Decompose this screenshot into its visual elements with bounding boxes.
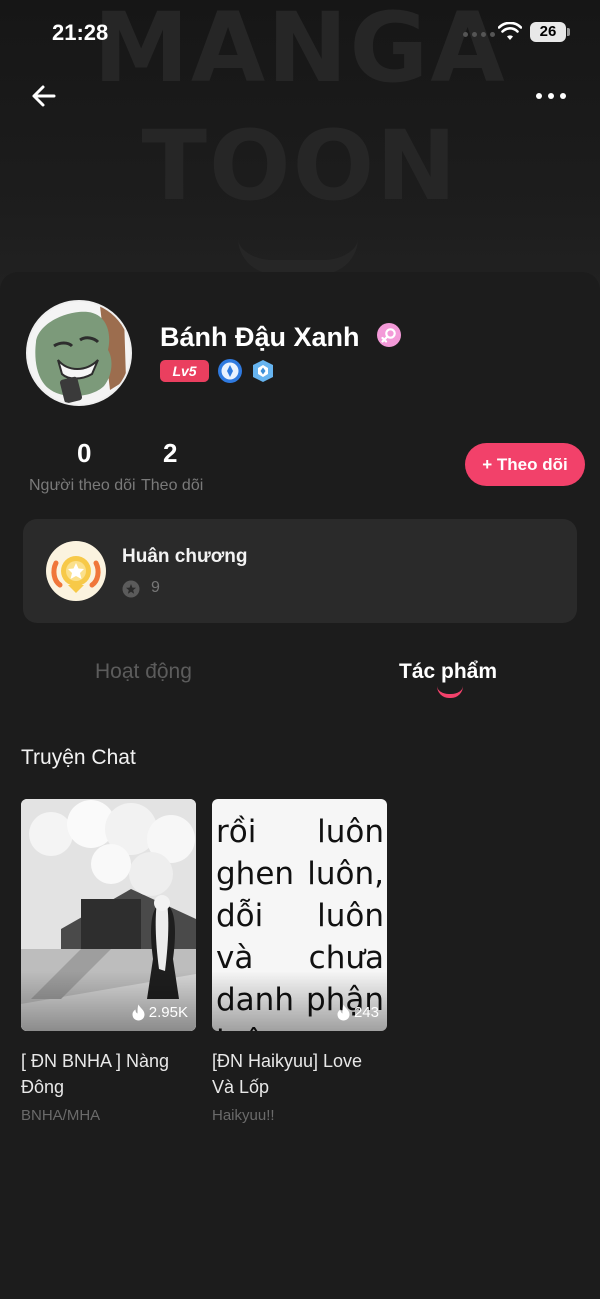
avatar[interactable] <box>26 300 132 406</box>
status-bar: 21:28 26 <box>0 0 600 64</box>
wifi-icon <box>498 22 522 40</box>
back-arrow-icon[interactable] <box>26 78 62 114</box>
banner-logo-smile <box>238 238 358 274</box>
cover-shade <box>212 971 387 1031</box>
section-title: Truyện Chat <box>21 746 136 769</box>
status-time: 21:28 <box>52 20 109 45</box>
followers-count[interactable]: 0 <box>77 438 91 469</box>
medal-title: Huân chương <box>122 546 248 567</box>
medal-icon <box>46 541 106 601</box>
story-genre[interactable]: BNHA/MHA <box>21 1107 196 1124</box>
story-title[interactable]: [ ĐN BNHA ] Nàng Đông <box>21 1048 196 1100</box>
story-cover[interactable]: rồi luôn ghen luôn, dỗi luôn và chưa dan… <box>212 799 387 1031</box>
tab-works[interactable]: Tác phẩm <box>399 660 497 684</box>
display-name: Bánh Đậu Xanh <box>160 322 360 352</box>
story-genre[interactable]: Haikyuu!! <box>212 1107 387 1124</box>
profile-card <box>0 272 600 1299</box>
following-label[interactable]: Theo dõi <box>141 477 203 495</box>
verified-badge-icon[interactable] <box>217 358 243 384</box>
story-title[interactable]: [ĐN Haikyuu] Love Và Lốp <box>212 1048 387 1100</box>
followers-label[interactable]: Người theo dõi <box>29 477 136 495</box>
avatar-illustration-icon <box>28 302 130 404</box>
signal-icon <box>463 32 495 37</box>
flame-icon <box>132 1004 145 1021</box>
medal-card[interactable]: Huân chương 9 <box>23 519 577 623</box>
story-card[interactable]: 2.95K [ ĐN BNHA ] Nàng Đông BNHA/MHA <box>21 799 196 1124</box>
follow-button[interactable]: + Theo dõi <box>465 443 585 486</box>
medal-count: 9 <box>151 579 160 596</box>
story-views-count: 243 <box>353 1004 379 1021</box>
tab-activity[interactable]: Hoạt động <box>95 660 192 684</box>
cover-shade <box>21 971 196 1031</box>
banner-logo-line-2: TOON <box>141 110 459 222</box>
story-cover[interactable]: 2.95K <box>21 799 196 1031</box>
gender-female-icon <box>377 323 401 347</box>
story-views: 243 <box>336 1004 379 1021</box>
shield-badge-icon[interactable] <box>250 358 276 384</box>
battery-icon: 26 <box>530 22 570 42</box>
story-views-count: 2.95K <box>148 1004 188 1021</box>
more-icon[interactable] <box>536 86 572 106</box>
story-views: 2.95K <box>131 1004 188 1021</box>
star-circle-icon <box>122 580 140 598</box>
level-badge[interactable]: Lv5 <box>160 360 209 382</box>
profile-screen: MANGA TOON 21:28 26 Bánh Đậu Xanh Lv5 0 … <box>0 0 600 1299</box>
following-count[interactable]: 2 <box>163 438 177 469</box>
story-card[interactable]: rồi luôn ghen luôn, dỗi luôn và chưa dan… <box>212 799 387 1124</box>
flame-icon <box>337 1004 350 1021</box>
